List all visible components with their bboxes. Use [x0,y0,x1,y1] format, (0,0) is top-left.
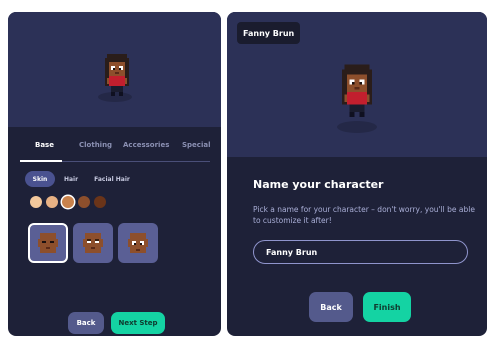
name-heading: Name your character [253,178,384,191]
character-shadow [337,121,377,133]
character-preview: Fanny Brun [227,12,487,157]
tab-accessories[interactable]: Accessories [123,141,169,149]
back-button[interactable]: Back [68,312,104,334]
next-step-button[interactable]: Next Step [111,312,165,334]
naming-panel: Fanny Brun Name your character Pick a na… [227,12,487,336]
character-name-input[interactable] [253,240,468,264]
tab-clothing[interactable]: Clothing [79,141,112,149]
finish-button[interactable]: Finish [363,292,411,322]
skin-swatch[interactable] [46,196,58,208]
back-button[interactable]: Back [309,292,353,322]
skin-swatch[interactable] [78,196,90,208]
face-option[interactable] [73,223,113,263]
tab-base[interactable]: Base [35,141,54,149]
tab-special[interactable]: Special [182,141,210,149]
character-sprite [105,54,129,96]
skin-swatch[interactable] [94,196,106,208]
face-icon [38,233,58,253]
face-icon [128,233,148,253]
skin-swatch[interactable] [62,196,74,208]
face-option[interactable] [118,223,158,263]
customization-panel: Base Clothing Accessories Special Skin H… [8,12,221,336]
character-name-tag: Fanny Brun [237,22,301,44]
category-tabs: Base Clothing Accessories Special [20,139,210,162]
name-description: Pick a name for your character – don't w… [253,205,475,225]
character-preview [8,12,221,127]
subtab-facial-hair[interactable]: Facial Hair [89,171,135,187]
subtab-hair[interactable]: Hair [57,171,85,187]
face-icon [83,233,103,253]
active-tab-indicator [20,160,62,162]
face-option[interactable] [28,223,68,263]
subtab-skin[interactable]: Skin [25,171,55,187]
character-sprite [342,64,372,117]
skin-swatch[interactable] [30,196,42,208]
